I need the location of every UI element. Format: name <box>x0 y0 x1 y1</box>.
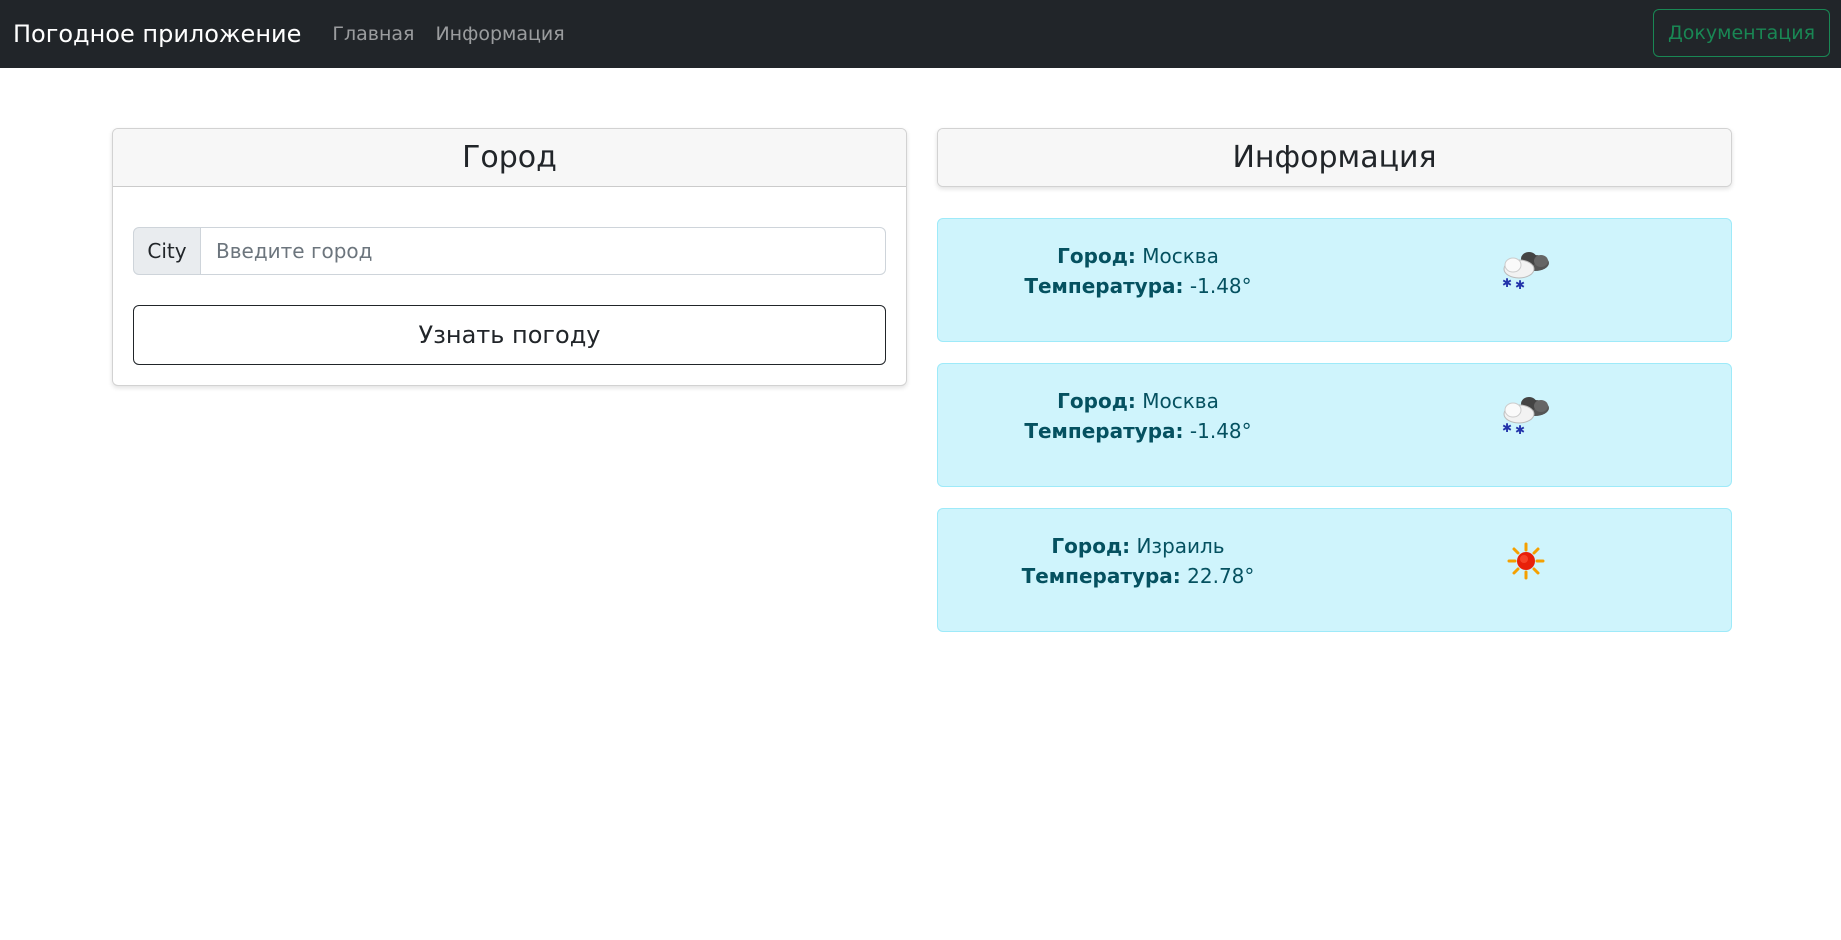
info-card-title: Информация <box>938 129 1731 186</box>
city-input-prefix: City <box>133 227 201 275</box>
weather-city-value: Москва <box>1142 244 1219 268</box>
weather-item: Город: Москва Температура: -1.48° ✱ ✱ <box>937 363 1732 487</box>
weather-city-label: Город: <box>1057 389 1136 413</box>
weather-city-value: Москва <box>1142 389 1219 413</box>
info-card: Информация <box>937 128 1732 187</box>
weather-text: Город: Израиль Температура: 22.78° <box>938 509 1338 631</box>
city-card: Город City Узнать погоду <box>112 128 907 386</box>
main-content: Город City Узнать погоду Информация Горо… <box>112 128 1732 653</box>
weather-temp-line: Температура: -1.48° <box>938 416 1338 446</box>
weather-temp-value: 22.78° <box>1187 564 1255 588</box>
weather-temp-label: Температура: <box>1024 274 1184 298</box>
sun-icon <box>1507 542 1544 580</box>
weather-icon-wrap: ✱ ✱ <box>1338 219 1731 341</box>
weather-temp-value: -1.48° <box>1189 274 1252 298</box>
documentation-button[interactable]: Документация <box>1652 9 1830 57</box>
weather-icon-wrap <box>1338 509 1731 631</box>
weather-item: Город: Москва Температура: -1.48° ✱ ✱ <box>937 218 1732 342</box>
nav-link-info[interactable]: Информация <box>435 23 564 45</box>
city-input[interactable] <box>201 227 886 275</box>
svg-text:✱: ✱ <box>1515 423 1525 437</box>
weather-city-line: Город: Израиль <box>938 531 1338 561</box>
info-column: Информация Город: Москва Температура: -1… <box>937 128 1732 653</box>
svg-text:✱: ✱ <box>1515 278 1525 292</box>
get-weather-button[interactable]: Узнать погоду <box>133 305 886 365</box>
weather-list: Город: Москва Температура: -1.48° ✱ ✱ Го… <box>937 218 1732 632</box>
svg-text:✱: ✱ <box>1502 276 1512 290</box>
weather-text: Город: Москва Температура: -1.48° <box>938 219 1338 341</box>
city-card-title: Город <box>113 129 906 187</box>
weather-temp-label: Температура: <box>1021 564 1181 588</box>
snow-cloud-icon: ✱ ✱ <box>1502 397 1549 437</box>
city-input-group: City <box>133 227 886 275</box>
weather-city-line: Город: Москва <box>938 386 1338 416</box>
weather-temp-label: Температура: <box>1024 419 1184 443</box>
city-card-body: City Узнать погоду <box>113 187 906 385</box>
weather-city-label: Город: <box>1057 244 1136 268</box>
weather-temp-line: Температура: 22.78° <box>938 561 1338 591</box>
weather-item: Город: Израиль Температура: 22.78° <box>937 508 1732 632</box>
weather-city-line: Город: Москва <box>938 241 1338 271</box>
snow-cloud-icon: ✱ ✱ <box>1502 252 1549 292</box>
city-column: Город City Узнать погоду <box>112 128 907 653</box>
weather-temp-line: Температура: -1.48° <box>938 271 1338 301</box>
weather-text: Город: Москва Температура: -1.48° <box>938 364 1338 486</box>
nav-link-home[interactable]: Главная <box>332 23 414 45</box>
weather-icon-wrap: ✱ ✱ <box>1338 364 1731 486</box>
brand-link[interactable]: Погодное приложение <box>13 20 301 48</box>
weather-temp-value: -1.48° <box>1189 419 1252 443</box>
weather-city-value: Израиль <box>1136 534 1225 558</box>
weather-city-label: Город: <box>1051 534 1131 558</box>
svg-text:✱: ✱ <box>1502 421 1512 435</box>
navbar: Погодное приложение Главная Информация Д… <box>0 0 1841 68</box>
